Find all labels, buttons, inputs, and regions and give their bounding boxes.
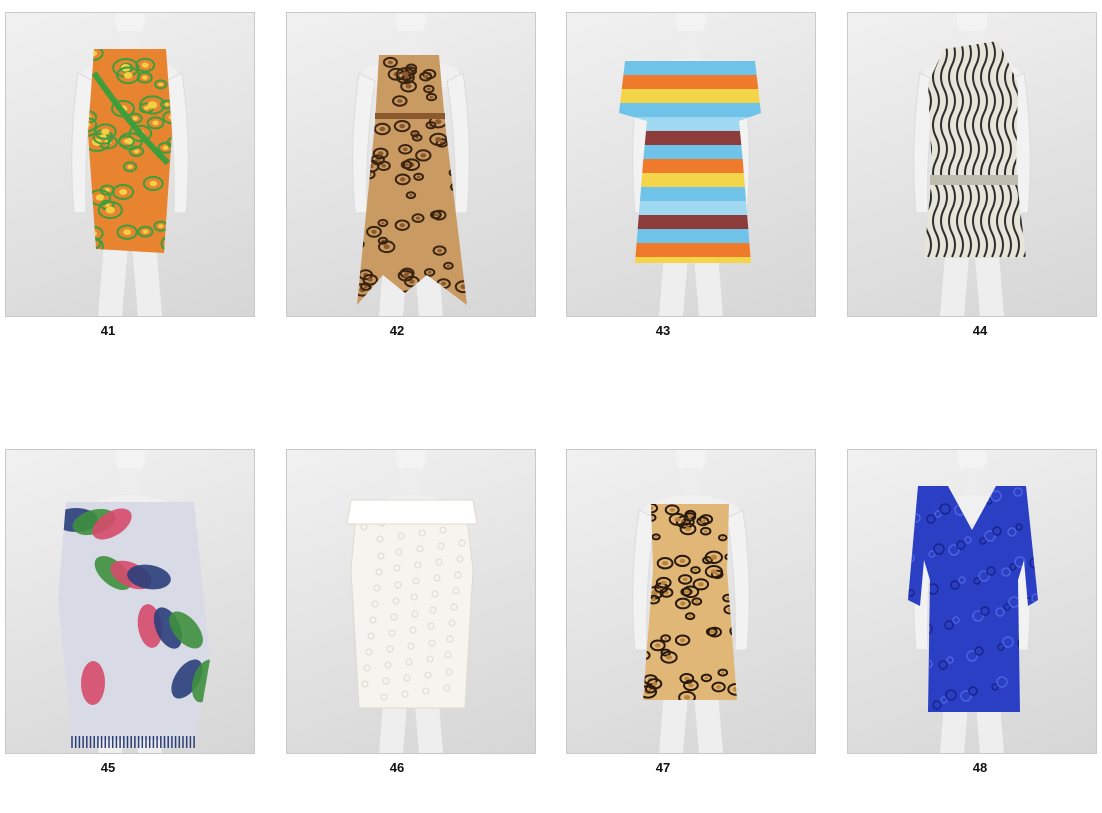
dress-on-mannequin-image (71, 13, 189, 316)
product-number-label: 48 (972, 760, 988, 775)
dress-on-mannequin-image (346, 450, 478, 753)
product-card: 42 (286, 12, 536, 338)
product-card: 41 (5, 12, 255, 338)
dress-on-mannequin-image (632, 450, 750, 753)
product-photo-41[interactable] (5, 12, 255, 317)
product-photo-47[interactable] (566, 449, 816, 754)
product-number-label: 46 (389, 760, 405, 775)
product-photo-43[interactable] (566, 12, 816, 317)
product-card: 46 (286, 449, 536, 775)
product-photo-46[interactable] (286, 449, 536, 754)
product-number-label: 43 (655, 323, 671, 338)
dress-on-mannequin-image (58, 450, 210, 753)
dress-on-mannequin-image (908, 450, 1038, 753)
product-number-label: 45 (100, 760, 116, 775)
product-card: 43 (566, 12, 816, 338)
dress-on-mannequin-image (913, 13, 1031, 316)
dress-on-mannequin-image (619, 13, 761, 316)
product-card: 47 (566, 449, 816, 775)
product-photo-44[interactable] (847, 12, 1097, 317)
product-card: 48 (847, 449, 1097, 775)
product-photo-45[interactable] (5, 449, 255, 754)
product-number-label: 47 (655, 760, 671, 775)
product-number-label: 42 (389, 323, 405, 338)
dress-on-mannequin-image (352, 13, 470, 316)
product-card: 44 (847, 12, 1097, 338)
product-number-label: 41 (100, 323, 116, 338)
product-photo-42[interactable] (286, 12, 536, 317)
product-number-label: 44 (972, 323, 988, 338)
product-photo-48[interactable] (847, 449, 1097, 754)
product-card: 45 (5, 449, 255, 775)
